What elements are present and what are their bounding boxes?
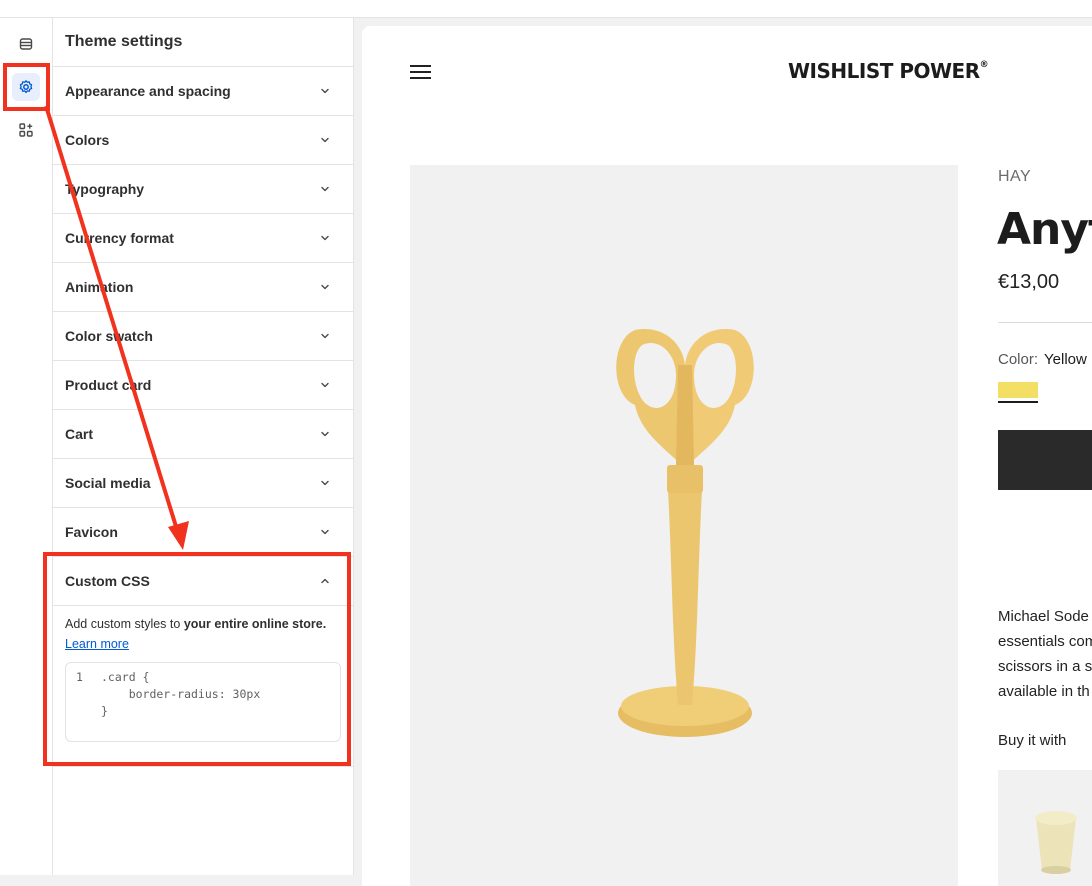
- sections-button[interactable]: [12, 30, 40, 58]
- color-value: Yellow: [1044, 351, 1087, 368]
- accordion-animation[interactable]: Animation: [53, 263, 353, 312]
- accordion-social[interactable]: Social media: [53, 459, 353, 508]
- theme-settings-panel: Theme settings Appearance and spacing Col…: [53, 18, 354, 875]
- accordion-cart[interactable]: Cart: [53, 410, 353, 459]
- cup-product-photo: [1035, 811, 1077, 874]
- left-rail: [0, 18, 53, 875]
- color-label-text: Color:: [998, 351, 1039, 368]
- settings-accordion: Appearance and spacing Colors Typography Cu…: [53, 67, 353, 557]
- code-text: .card {: [101, 670, 150, 684]
- custom-css-desc-prefix: Add custom styles to: [65, 617, 184, 631]
- accordion-appearance[interactable]: Appearance and spacing: [53, 67, 353, 116]
- accordion-currency[interactable]: Currency format: [53, 214, 353, 263]
- accordion-typography[interactable]: Typography: [53, 165, 353, 214]
- accordion-favicon[interactable]: Favicon: [53, 508, 353, 557]
- accordion-colors[interactable]: Colors: [53, 116, 353, 165]
- code-line: 1 .card {: [76, 669, 340, 686]
- menu-icon[interactable]: [410, 65, 431, 79]
- swatch-selected-indicator: [998, 401, 1038, 403]
- code-text: border-radius: 30px: [101, 687, 261, 701]
- store-preview: WISHLIST POWER® HAY Anyt €13,00 Color: Ye…: [362, 26, 1092, 886]
- chevron-down-icon: [319, 232, 331, 244]
- accordion-label: Color swatch: [65, 328, 153, 344]
- description-line: scissors in a s: [998, 658, 1092, 675]
- chevron-down-icon: [319, 428, 331, 440]
- color-swatch-yellow[interactable]: [998, 382, 1038, 398]
- accordion-product-card[interactable]: Product card: [53, 361, 353, 410]
- chevron-down-icon: [319, 183, 331, 195]
- custom-css-desc-bold: your entire online store.: [183, 617, 327, 631]
- sections-icon: [19, 38, 33, 50]
- product-price: €13,00: [998, 271, 1060, 293]
- chevron-up-icon: [319, 575, 331, 587]
- chevron-down-icon: [319, 85, 331, 97]
- code-line: }: [76, 703, 340, 720]
- custom-css-description: Add custom styles to your entire online …: [53, 597, 353, 633]
- description-line: available in th: [998, 683, 1090, 700]
- color-option-label: Color: Yellow: [998, 351, 1087, 368]
- product-image[interactable]: [410, 165, 958, 886]
- chevron-down-icon: [319, 379, 331, 391]
- accordion-label: Cart: [65, 426, 94, 442]
- accordion-label: Currency format: [65, 230, 174, 246]
- accordion-label: Animation: [65, 279, 134, 295]
- theme-settings-button[interactable]: [12, 73, 40, 101]
- accordion-label: Product card: [65, 377, 152, 393]
- divider: [998, 322, 1092, 323]
- accordion-label: Typography: [65, 181, 145, 197]
- related-product-thumbnail[interactable]: [998, 770, 1092, 886]
- description-line: Michael Sode: [998, 608, 1089, 625]
- custom-css-section: Custom CSS Add custom styles to your ent…: [53, 557, 353, 767]
- product-title: Anyt: [997, 204, 1092, 255]
- chevron-down-icon: [319, 526, 331, 538]
- panel-title: Theme settings: [53, 18, 353, 67]
- accordion-swatch[interactable]: Color swatch: [53, 312, 353, 361]
- accordion-label: Appearance and spacing: [65, 83, 231, 99]
- line-number: 1: [76, 670, 83, 684]
- custom-css-label: Custom CSS: [65, 573, 150, 589]
- product-vendor: HAY: [998, 168, 1032, 185]
- chevron-down-icon: [319, 134, 331, 146]
- top-bar: [0, 0, 1092, 18]
- apps-icon: [19, 123, 33, 137]
- scissors-product-photo: [616, 329, 754, 737]
- gear-icon: [19, 80, 33, 94]
- learn-more-link[interactable]: Learn more: [65, 637, 129, 651]
- store-logo[interactable]: WISHLIST POWER®: [788, 59, 989, 83]
- css-code-editor[interactable]: 1 .card { border-radius: 30px }: [65, 662, 341, 742]
- chevron-down-icon: [319, 477, 331, 489]
- accordion-label: Social media: [65, 475, 151, 491]
- code-text: }: [101, 704, 108, 718]
- add-to-cart-button[interactable]: [998, 430, 1092, 490]
- code-line: border-radius: 30px: [76, 686, 340, 703]
- product-description: Michael Sode essentials com scissors in …: [998, 604, 1092, 704]
- apps-button[interactable]: [12, 116, 40, 144]
- chevron-down-icon: [319, 281, 331, 293]
- logo-text: WISHLIST POWER: [788, 59, 980, 83]
- accordion-label: Favicon: [65, 524, 118, 540]
- chevron-down-icon: [319, 330, 331, 342]
- registered-mark: ®: [979, 60, 989, 71]
- buy-it-with-heading: Buy it with: [998, 732, 1067, 749]
- description-line: essentials com: [998, 633, 1092, 650]
- accordion-label: Colors: [65, 132, 110, 148]
